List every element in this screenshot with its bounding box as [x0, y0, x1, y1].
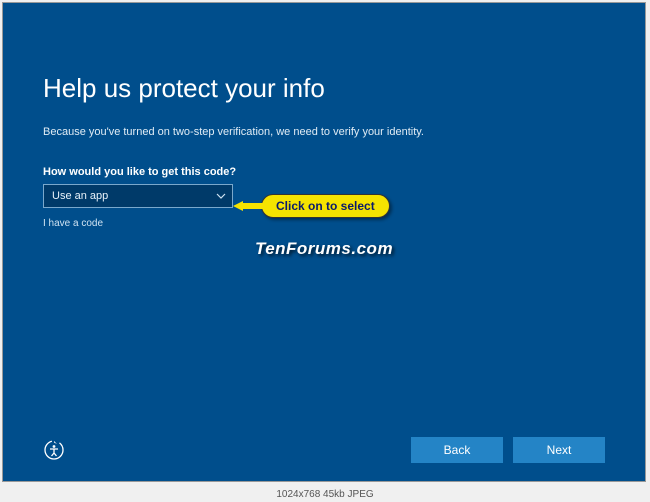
back-button[interactable]: Back: [411, 437, 503, 463]
page-title: Help us protect your info: [43, 73, 605, 104]
callout-text: Click on to select: [261, 194, 390, 218]
ease-of-access-icon[interactable]: [43, 439, 65, 461]
select-value: Use an app: [52, 190, 108, 202]
oobe-screen: Help us protect your info Because you've…: [2, 2, 646, 482]
i-have-a-code-link[interactable]: I have a code: [43, 218, 103, 229]
watermark-text: TenForums.com: [255, 239, 393, 259]
verification-method-label: How would you like to get this code?: [43, 166, 605, 178]
verification-method-select[interactable]: Use an app: [43, 184, 233, 208]
chevron-down-icon: [216, 193, 226, 199]
footer-buttons: Back Next: [411, 437, 605, 463]
next-button[interactable]: Next: [513, 437, 605, 463]
image-meta: 1024x768 45kb JPEG: [276, 489, 373, 500]
callout-arrow-icon: [233, 199, 261, 213]
footer-bar: Back Next: [43, 437, 605, 463]
page-subtitle: Because you've turned on two-step verifi…: [43, 126, 605, 138]
annotation-callout: Click on to select: [233, 191, 398, 221]
